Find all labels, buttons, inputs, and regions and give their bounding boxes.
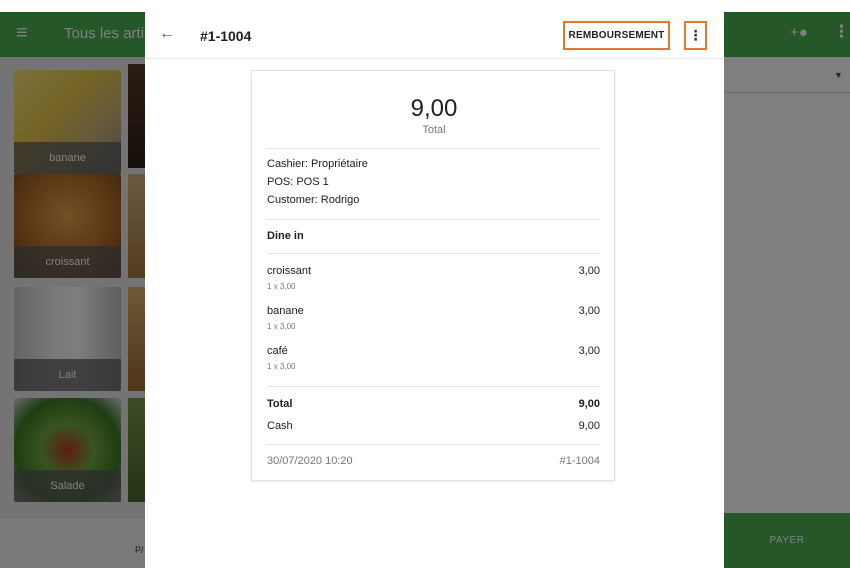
dialog-header: ← #1-1004 REMBOURSEMENT ⋮ [145, 12, 724, 59]
pos-info: POS: POS 1 [267, 176, 329, 188]
line-item-qty: 1 x 3,00 [267, 282, 296, 291]
line-item-price: 3,00 [578, 305, 600, 317]
total-label: Total [267, 398, 293, 410]
dining-option: Dine in [267, 230, 304, 242]
line-item-qty: 1 x 3,00 [267, 322, 296, 331]
payment-amount: 9,00 [578, 420, 600, 432]
receipt-footer: 30/07/2020 10:20 #1-1004 [267, 455, 600, 467]
divider [267, 386, 600, 387]
customer-info: Customer: Rodrigo [267, 194, 360, 206]
divider [267, 219, 600, 220]
receipt-datetime: 30/07/2020 10:20 [267, 455, 353, 467]
total-value: 9,00 [578, 398, 600, 410]
refund-button[interactable]: REMBOURSEMENT [563, 21, 670, 50]
cashier-info: Cashier: Propriétaire [267, 158, 368, 170]
line-item-price: 3,00 [578, 265, 600, 277]
line-item: croissant 1 x 3,00 3,00 [267, 265, 600, 297]
line-item-qty: 1 x 3,00 [267, 362, 296, 371]
payment-method: Cash [267, 420, 293, 432]
receipt-total-amount: 9,00 [410, 95, 458, 122]
divider [267, 148, 600, 149]
receipt-card: 9,00 Total Cashier: Propriétaire POS: PO… [251, 70, 615, 481]
receipt-footer-number: #1-1004 [559, 455, 600, 467]
more-options-icon[interactable]: ⋮ [684, 21, 707, 50]
divider [267, 444, 600, 445]
line-item-price: 3,00 [578, 345, 600, 357]
receipt-total-caption: Total [422, 124, 446, 136]
line-item-name: croissant [267, 265, 312, 277]
back-arrow-icon[interactable]: ← [159, 25, 175, 43]
receipt-dialog: ← #1-1004 REMBOURSEMENT ⋮ 9,00 Total Cas… [145, 12, 724, 568]
line-item-name: café [267, 345, 288, 357]
line-item: banane 1 x 3,00 3,00 [267, 305, 600, 337]
line-item: café 1 x 3,00 3,00 [267, 345, 600, 377]
divider [267, 253, 600, 254]
receipt-number: #1-1004 [200, 28, 252, 44]
line-item-name: banane [267, 305, 304, 317]
